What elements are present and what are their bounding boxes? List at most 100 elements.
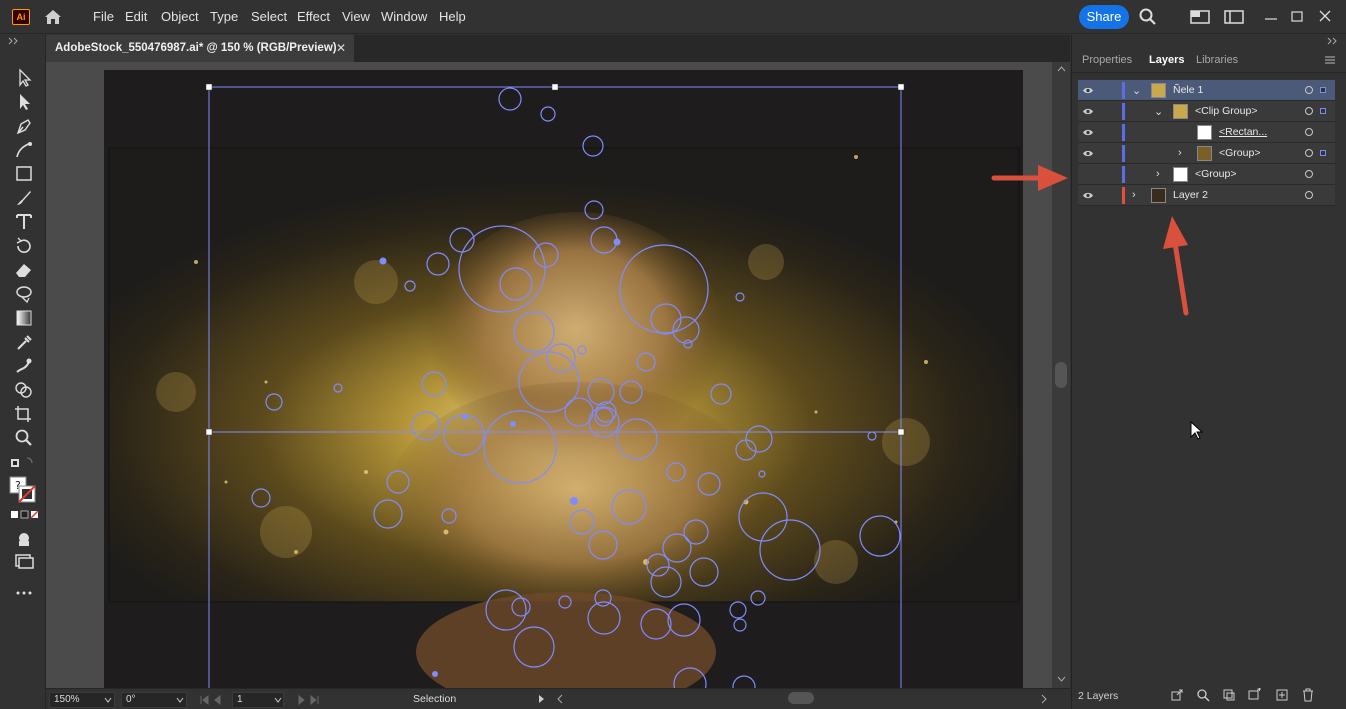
- eye-icon[interactable]: [1082, 107, 1094, 116]
- artboard-prev-icons[interactable]: [198, 694, 228, 706]
- menu-select[interactable]: Select: [251, 9, 287, 24]
- eraser-tool-icon[interactable]: [13, 260, 35, 280]
- target-circle-icon[interactable]: [1305, 128, 1313, 136]
- eye-icon[interactable]: [1082, 191, 1094, 200]
- layer-name[interactable]: Layer 2: [1173, 189, 1208, 201]
- layer-name[interactable]: <Group>: [1219, 147, 1260, 159]
- eye-icon[interactable]: [1082, 86, 1094, 95]
- close-tab-icon[interactable]: ✕: [336, 41, 346, 55]
- close-window-icon[interactable]: [1315, 8, 1335, 26]
- curvature-tool-icon[interactable]: [13, 140, 35, 160]
- rotation-dropdown-icon[interactable]: [176, 697, 184, 703]
- tab-properties[interactable]: Properties: [1082, 54, 1132, 66]
- layer-color-bar: [1122, 166, 1125, 183]
- target-circle-icon[interactable]: [1305, 149, 1313, 157]
- layer-name[interactable]: <Group>: [1195, 168, 1236, 180]
- layer-row[interactable]: › <Group>: [1078, 143, 1335, 164]
- share-button[interactable]: Share: [1079, 5, 1129, 29]
- vertical-scroll-thumb[interactable]: [1055, 362, 1067, 388]
- workspace-icon[interactable]: [1224, 8, 1244, 26]
- minimize-icon[interactable]: [1261, 8, 1281, 26]
- eye-icon[interactable]: [1082, 128, 1094, 137]
- artboard-dropdown-icon[interactable]: [274, 697, 282, 703]
- tab-libraries[interactable]: Libraries: [1196, 54, 1238, 66]
- rotate-tool-icon[interactable]: [13, 236, 35, 256]
- chevron-down-icon[interactable]: ⌄: [1154, 105, 1163, 118]
- selection-indicator[interactable]: [1320, 87, 1326, 93]
- layer-row[interactable]: ⌄ Ñele 1: [1078, 80, 1335, 101]
- canvas[interactable]: [46, 62, 1052, 688]
- trash-icon[interactable]: [1301, 688, 1315, 702]
- selection-tool-icon[interactable]: [13, 68, 35, 88]
- menu-type[interactable]: Type: [210, 9, 238, 24]
- menu-object[interactable]: Object: [161, 9, 199, 24]
- color-mode-icons[interactable]: [10, 509, 40, 521]
- layer-row[interactable]: ⌄ <Clip Group>: [1078, 101, 1335, 122]
- menu-file[interactable]: File: [93, 9, 114, 24]
- menu-help[interactable]: Help: [439, 9, 466, 24]
- blend-tool-icon[interactable]: [13, 356, 35, 376]
- collapse-dock-icon[interactable]: [1327, 37, 1339, 45]
- home-icon[interactable]: [42, 8, 64, 26]
- layer-row[interactable]: › Layer 2: [1078, 185, 1335, 206]
- artboard-tool-icon[interactable]: [13, 404, 35, 424]
- screen-mode-icon[interactable]: [13, 552, 35, 572]
- scroll-down-icon[interactable]: [1057, 676, 1066, 682]
- target-circle-icon[interactable]: [1305, 170, 1313, 178]
- gradient-tool-icon[interactable]: [13, 308, 35, 328]
- status-menu-icon[interactable]: [538, 694, 546, 704]
- layer-row[interactable]: <Rectan...: [1078, 122, 1335, 143]
- annotation-arrow-up: [1163, 216, 1189, 316]
- vertical-scrollbar[interactable]: [1052, 62, 1070, 688]
- zoom-dropdown-icon[interactable]: [104, 697, 112, 703]
- eye-icon[interactable]: [1082, 149, 1094, 158]
- shape-builder-tool-icon[interactable]: [13, 380, 35, 400]
- arrange-documents-icon[interactable]: [1190, 8, 1210, 26]
- paintbrush-tool-icon[interactable]: [13, 188, 35, 208]
- tab-layers[interactable]: Layers: [1149, 54, 1184, 66]
- menu-edit[interactable]: Edit: [125, 9, 147, 24]
- chevron-right-icon[interactable]: ›: [1156, 168, 1160, 180]
- direct-selection-tool-icon[interactable]: [13, 92, 35, 112]
- selection-indicator[interactable]: [1320, 150, 1326, 156]
- menu-window[interactable]: Window: [381, 9, 427, 24]
- type-tool-icon[interactable]: [13, 212, 35, 232]
- target-circle-icon[interactable]: [1305, 191, 1313, 199]
- target-circle-icon[interactable]: [1305, 107, 1313, 115]
- swap-fill-stroke-icon[interactable]: [8, 454, 36, 474]
- fill-stroke-icon[interactable]: ?: [8, 475, 38, 505]
- scroll-left-icon[interactable]: [556, 694, 564, 704]
- target-circle-icon[interactable]: [1305, 86, 1313, 94]
- lasso-tool-icon[interactable]: [13, 284, 35, 304]
- export-icon[interactable]: [1170, 688, 1184, 702]
- chevron-down-icon[interactable]: ⌄: [1132, 84, 1141, 97]
- scroll-right-icon[interactable]: [1040, 694, 1048, 704]
- locate-object-icon[interactable]: [1196, 688, 1210, 702]
- search-icon[interactable]: [1138, 8, 1158, 26]
- menu-view[interactable]: View: [342, 9, 370, 24]
- layer-row[interactable]: › <Group>: [1078, 164, 1335, 185]
- layer-name[interactable]: Ñele 1: [1173, 84, 1203, 96]
- zoom-tool-icon[interactable]: [13, 428, 35, 448]
- chevron-right-icon[interactable]: ›: [1178, 147, 1182, 159]
- horizontal-scroll-thumb[interactable]: [788, 692, 814, 704]
- document-tab[interactable]: AdobeStock_550476987.ai* @ 150 % (RGB/Pr…: [46, 35, 354, 62]
- chevron-right-icon[interactable]: ›: [1132, 189, 1136, 201]
- panel-menu-icon[interactable]: [1324, 55, 1336, 65]
- draw-mode-icon[interactable]: [13, 529, 35, 549]
- collapse-panel-icon[interactable]: [8, 37, 20, 45]
- more-tools-icon[interactable]: [13, 583, 35, 603]
- rectangle-tool-icon[interactable]: [13, 164, 35, 184]
- new-layer-icon[interactable]: [1275, 688, 1289, 702]
- artboard-next-icons[interactable]: [291, 694, 321, 706]
- new-sublayer-icon[interactable]: [1248, 688, 1262, 702]
- clipping-mask-icon[interactable]: [1222, 688, 1236, 702]
- scroll-up-icon[interactable]: [1057, 66, 1066, 72]
- layer-name[interactable]: <Clip Group>: [1195, 105, 1257, 117]
- maximize-icon[interactable]: [1287, 8, 1307, 26]
- menu-effect[interactable]: Effect: [297, 9, 330, 24]
- selection-indicator[interactable]: [1320, 108, 1326, 114]
- pen-tool-icon[interactable]: [13, 116, 35, 136]
- layer-name[interactable]: <Rectan...: [1219, 126, 1267, 138]
- eyedropper-tool-icon[interactable]: [13, 332, 35, 352]
